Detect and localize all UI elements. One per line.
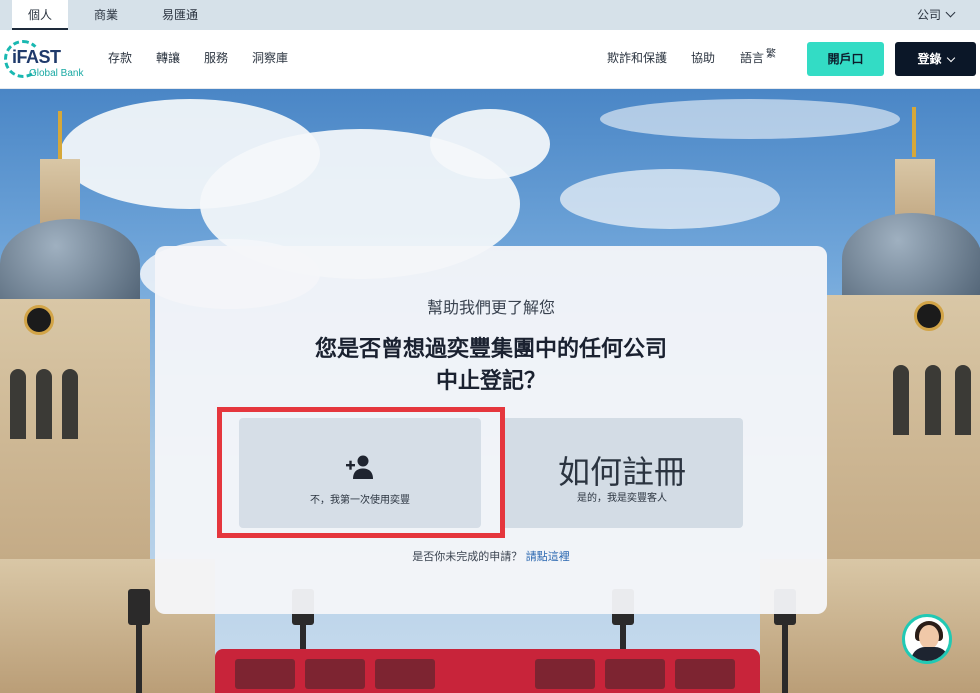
- dome: [0, 219, 140, 309]
- login-button[interactable]: 登錄: [895, 42, 976, 76]
- card-title-line2: 中止登記？: [435, 369, 546, 394]
- clock-left: [24, 305, 54, 335]
- option-existing-user[interactable]: 如何註冊 是的，我是奕豐客人: [501, 418, 743, 528]
- red-bus: [215, 649, 760, 693]
- bus-window: [535, 659, 595, 689]
- chevron-down-icon: [945, 7, 956, 18]
- cloud: [600, 99, 900, 139]
- cloud: [430, 109, 550, 179]
- card-title-line1: 您是否曾想過奕豐集團中的任何公司: [314, 337, 667, 362]
- window: [36, 369, 52, 439]
- cloud: [560, 169, 780, 229]
- chat-support-button[interactable]: [902, 614, 952, 664]
- tab-business[interactable]: 商業: [86, 0, 126, 30]
- clock-right: [914, 301, 944, 331]
- main-navbar: iFAST Global Bank 存款 轉讓 服務 洞察庫 欺詐和保護 協助 …: [0, 30, 980, 89]
- company-menu-label: 公司: [916, 8, 941, 22]
- incomplete-application-text: 是否你未完成的申請？: [412, 550, 523, 563]
- logo-subtitle: Global Bank: [29, 68, 84, 79]
- bus-window: [305, 659, 365, 689]
- spire: [58, 111, 62, 161]
- login-label: 登錄: [917, 52, 942, 66]
- window: [893, 365, 909, 435]
- lamp-post: [782, 619, 788, 693]
- add-user-icon: [346, 455, 373, 479]
- option-new-user[interactable]: 不，我第一次使用奕豐: [239, 418, 481, 528]
- nav-help[interactable]: 協助: [691, 30, 715, 88]
- bus-window: [375, 659, 435, 689]
- window: [955, 365, 971, 435]
- tab-remittance[interactable]: 易匯通: [158, 0, 202, 30]
- window: [62, 369, 78, 439]
- language-current: 繁: [766, 49, 777, 60]
- lamp-post: [136, 619, 142, 693]
- option-existing-heading: 如何註冊: [557, 453, 686, 491]
- company-menu[interactable]: 公司: [916, 0, 956, 30]
- tab-personal[interactable]: 個人: [12, 0, 68, 30]
- logo-wordmark: iFAST: [12, 47, 61, 67]
- incomplete-application-prompt: 是否你未完成的申請？ 請點這裡: [155, 548, 827, 564]
- spire: [912, 107, 916, 157]
- option-new-user-label: 不，我第一次使用奕豐: [310, 495, 410, 506]
- avatar-face: [919, 625, 939, 649]
- nav-fraud-protection[interactable]: 欺詐和保護: [607, 30, 667, 88]
- ifast-logo[interactable]: iFAST Global Bank: [4, 38, 94, 82]
- nav-insights[interactable]: 洞察庫: [252, 30, 288, 88]
- open-account-button[interactable]: 開戶口: [807, 42, 884, 76]
- window: [925, 365, 941, 435]
- language-selector[interactable]: 語言繁: [740, 30, 776, 88]
- language-label: 語言: [740, 51, 765, 65]
- chevron-down-icon: [946, 53, 955, 63]
- street-lamp: [128, 589, 150, 625]
- window: [10, 369, 26, 439]
- segment-bar: 個人 商業 易匯通 公司: [0, 0, 980, 30]
- registration-question-card: 幫助我們更了解您 您是否曾想過奕豐集團中的任何公司 中止登記？ 不，我第一次使用…: [155, 246, 827, 614]
- bus-window: [235, 659, 295, 689]
- card-title: 您是否曾想過奕豐集團中的任何公司 中止登記？: [155, 334, 827, 398]
- nav-deposits[interactable]: 存款: [108, 30, 132, 88]
- bus-window: [605, 659, 665, 689]
- bus-window: [675, 659, 735, 689]
- nav-services[interactable]: 服務: [204, 30, 228, 88]
- nav-transfers[interactable]: 轉讓: [156, 30, 180, 88]
- click-here-link[interactable]: 請點這裡: [526, 550, 570, 563]
- option-existing-user-label: 是的，我是奕豐客人: [577, 493, 667, 504]
- dome: [842, 213, 980, 305]
- card-subtitle: 幫助我們更了解您: [426, 298, 555, 317]
